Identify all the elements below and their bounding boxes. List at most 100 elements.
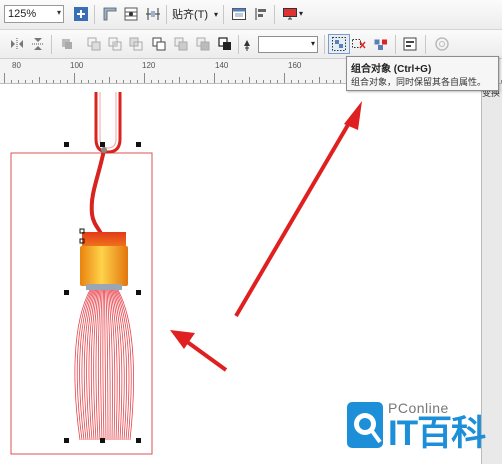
ruler-tick — [235, 80, 236, 83]
ruler-tick — [242, 80, 243, 83]
trim-button[interactable] — [85, 35, 103, 53]
ruler-label: 140 — [215, 61, 229, 70]
pconline-logo-icon — [347, 402, 383, 448]
show-guidelines-button[interactable] — [144, 5, 162, 23]
ruler-tick — [277, 80, 278, 83]
ruler-tick — [4, 73, 5, 83]
ruler-tick — [32, 80, 33, 83]
align-options-button[interactable] — [252, 5, 270, 23]
chevron-down-icon: ▾ — [56, 8, 61, 17]
group-objects-button[interactable] — [328, 34, 350, 54]
ruler-tick — [333, 80, 334, 83]
ungroup-objects-button[interactable] — [350, 35, 368, 53]
ruler-tick — [165, 80, 166, 83]
ruler-tick — [95, 80, 96, 83]
ruler-tick — [137, 80, 138, 83]
ruler-tick — [158, 80, 159, 83]
ruler-tick — [53, 80, 54, 83]
ruler-tick — [81, 80, 82, 83]
ruler-tick — [326, 80, 327, 83]
align-distribute-button[interactable] — [401, 35, 419, 53]
ruler-tick — [270, 80, 271, 83]
boundary-icon — [196, 37, 210, 51]
ruler-tick — [312, 80, 313, 83]
mirror-horizontal-icon — [11, 38, 23, 50]
ruler-tick — [298, 80, 299, 83]
tassel-cord — [89, 149, 106, 235]
ruler-tick — [151, 80, 152, 83]
weld-button[interactable] — [58, 35, 76, 53]
monitor-icon — [283, 8, 297, 20]
outline-width-input[interactable]: ▾ — [258, 36, 318, 53]
tooltip-description: 组合对象，同时保留其各自属性。 — [351, 77, 487, 87]
simplify-button[interactable] — [127, 35, 145, 53]
ungroup-all-button[interactable] — [372, 35, 390, 53]
mirror-vertical-icon — [32, 38, 44, 50]
show-grid-button[interactable] — [122, 5, 140, 23]
intersect-icon — [108, 37, 122, 51]
zoom-fit-icon — [74, 7, 88, 21]
target-icon — [435, 37, 449, 51]
back-minus-front-button[interactable] — [172, 35, 190, 53]
zoom-fit-button[interactable] — [72, 5, 90, 23]
tassel-cap — [80, 246, 128, 286]
ungroup-objects-icon — [352, 39, 366, 49]
ruler-tick — [11, 80, 12, 83]
ungroup-all-icon — [374, 39, 387, 50]
grid-view-icon — [124, 7, 138, 21]
ruler-tick — [284, 73, 285, 83]
window-icon — [232, 8, 246, 20]
ruler-label: 100 — [70, 61, 84, 70]
mirror-horizontal-button[interactable] — [8, 35, 26, 53]
property-bar: ▾ — [0, 30, 502, 59]
ruler-tick — [291, 80, 292, 83]
tassel-strand — [100, 289, 103, 441]
ruler-tick — [186, 80, 187, 83]
selection-frame — [10, 152, 153, 455]
watermark-brand-large: IT百科 — [388, 414, 486, 453]
tassel-cap-ring — [86, 284, 122, 290]
group-objects-icon — [332, 37, 346, 51]
ruler-tick — [74, 73, 75, 83]
ruler-tick — [249, 77, 250, 83]
back-minus-front-icon — [174, 37, 188, 51]
ruler-tick — [25, 80, 26, 83]
intersect-button[interactable] — [106, 35, 124, 53]
options-button[interactable] — [230, 5, 248, 23]
new-object-icon — [218, 37, 231, 50]
create-boundary-button[interactable] — [194, 35, 212, 53]
quick-customize-button[interactable] — [433, 35, 451, 53]
ruler-tick — [102, 80, 103, 83]
create-new-object-button[interactable] — [216, 35, 234, 53]
front-minus-back-icon — [152, 37, 166, 51]
weld-icon — [62, 39, 72, 49]
ruler-tick — [256, 80, 257, 83]
chevron-down-icon: ▾ — [214, 9, 219, 19]
cord-knot — [101, 147, 107, 153]
zoom-level-dropdown[interactable]: 125% ▾ — [4, 5, 64, 23]
tooltip-title: 组合对象 (Ctrl+G) — [351, 64, 432, 75]
front-minus-back-button[interactable] — [150, 35, 168, 53]
ruler-tick — [214, 73, 215, 83]
ruler-tick — [207, 80, 208, 83]
show-rulers-button[interactable] — [101, 5, 119, 23]
ruler-tick — [123, 80, 124, 83]
tassel-strand — [102, 289, 105, 441]
mirror-vertical-button[interactable] — [29, 35, 47, 53]
trim-icon — [87, 37, 101, 51]
tassel-cap-top — [82, 232, 126, 248]
ruler-tick — [172, 80, 173, 83]
snap-to-dropdown[interactable]: 贴齐(T) ▾ — [172, 6, 218, 22]
ruler-tick — [193, 80, 194, 83]
group-objects-tooltip: 组合对象 (Ctrl+G) 组合对象，同时保留其各自属性。 — [346, 56, 499, 91]
ruler-tick — [130, 80, 131, 83]
ruler-tick — [18, 80, 19, 83]
guidelines-icon — [146, 8, 160, 20]
chevron-down-icon[interactable]: ▾ — [299, 9, 303, 18]
application-launcher-button[interactable] — [281, 5, 299, 23]
standard-toolbar: 125% ▾ 贴齐(T) ▾ ▾ — [0, 0, 502, 30]
align-distribute-icon — [403, 37, 417, 51]
ruler-tick — [340, 80, 341, 83]
annotation-arrow — [170, 330, 228, 372]
align-icon — [255, 8, 266, 20]
